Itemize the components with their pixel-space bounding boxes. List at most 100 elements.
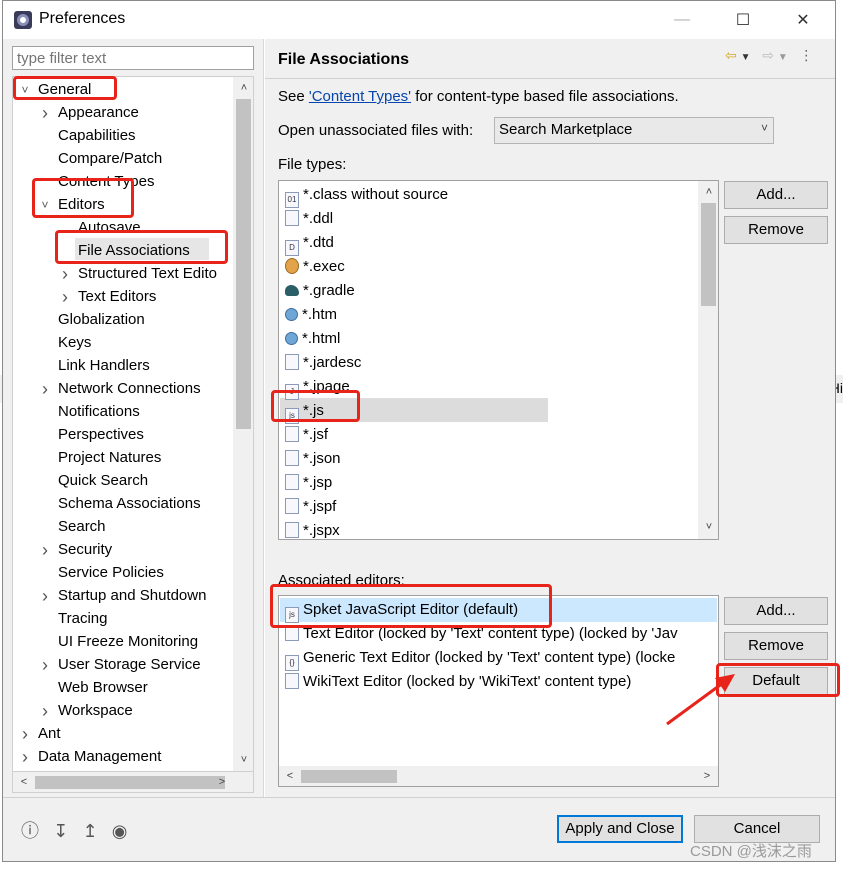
scroll-up-icon[interactable]: ˄ bbox=[235, 79, 253, 97]
tree-item[interactable]: › Startup and Shutdown bbox=[13, 585, 233, 608]
chevron-right-icon[interactable]: › bbox=[39, 700, 51, 723]
chevron-right-icon[interactable]: › bbox=[39, 585, 51, 608]
file-type-row[interactable]: 01 *.class without source bbox=[285, 183, 448, 208]
file-type-remove-button[interactable]: Remove bbox=[724, 216, 828, 244]
chevron-right-icon[interactable]: › bbox=[19, 723, 31, 746]
panel-splitter[interactable] bbox=[263, 39, 265, 797]
tree-item[interactable]: Quick Search bbox=[13, 470, 233, 493]
scroll-down-icon[interactable]: ˅ bbox=[235, 751, 253, 769]
file-type-row[interactable]: *.jspf bbox=[285, 495, 336, 519]
back-menu-icon[interactable]: ▼ bbox=[741, 52, 751, 63]
tree-scroll-thumb[interactable] bbox=[236, 99, 251, 429]
file-type-row[interactable]: *.gradle bbox=[285, 279, 355, 303]
filter-input[interactable] bbox=[12, 46, 254, 70]
scroll-down-icon[interactable]: ˅ bbox=[700, 518, 718, 536]
forward-arrow-icon[interactable]: ⇨ bbox=[762, 47, 774, 63]
file-types-scrollbar[interactable]: ˄ ˅ bbox=[698, 181, 718, 539]
tree-item[interactable]: Globalization bbox=[13, 309, 233, 332]
close-button[interactable]: ✕ bbox=[780, 5, 826, 35]
tree-item[interactable]: Tracing bbox=[13, 608, 233, 631]
tree-item[interactable]: UI Freeze Monitoring bbox=[13, 631, 233, 654]
back-arrow-icon[interactable]: ⇦ bbox=[725, 47, 737, 63]
title-bar: Preferences — ☐ ✕ bbox=[3, 1, 835, 39]
tree-hscroll-thumb[interactable] bbox=[35, 776, 225, 789]
editor-name: WikiText Editor (locked by 'WikiText' co… bbox=[303, 673, 632, 690]
file-type-row[interactable]: *.jardesc bbox=[285, 351, 361, 375]
import-icon[interactable]: ↧ bbox=[53, 821, 68, 842]
chevron-right-icon[interactable]: › bbox=[39, 102, 51, 125]
tree-item[interactable]: Schema Associations bbox=[13, 493, 233, 516]
file-type-name: *.ddl bbox=[303, 210, 334, 227]
scroll-left-icon[interactable]: < bbox=[281, 767, 299, 785]
editor-remove-button[interactable]: Remove bbox=[724, 632, 828, 660]
page-title: File Associations bbox=[278, 51, 409, 68]
editors-hscroll-thumb[interactable] bbox=[301, 770, 397, 783]
tree-item[interactable]: › Text Editors bbox=[13, 286, 233, 309]
minimize-button[interactable]: — bbox=[659, 5, 705, 35]
more-menu-icon[interactable]: ⋮ bbox=[799, 47, 813, 63]
scroll-up-icon[interactable]: ˄ bbox=[700, 183, 718, 201]
tree-vertical-scrollbar[interactable]: ˄ ˅ bbox=[233, 77, 253, 771]
tree-item[interactable]: Notifications bbox=[13, 401, 233, 424]
tree-item[interactable]: Capabilities bbox=[13, 125, 233, 148]
tree-item[interactable]: › Structured Text Edito bbox=[13, 263, 233, 286]
tree-item[interactable]: › Ant bbox=[13, 723, 233, 746]
forward-menu-icon[interactable]: ▼ bbox=[778, 52, 788, 63]
chevron-right-icon[interactable]: › bbox=[59, 263, 71, 286]
file-type-row[interactable]: *.ddl bbox=[285, 207, 333, 231]
file-type-row[interactable]: *.htm bbox=[285, 303, 337, 327]
json-file-icon bbox=[285, 450, 299, 466]
file-type-row[interactable]: *.exec bbox=[285, 255, 345, 279]
tree-item[interactable]: Link Handlers bbox=[13, 355, 233, 378]
tree-item[interactable]: Keys bbox=[13, 332, 233, 355]
file-type-add-button[interactable]: Add... bbox=[724, 181, 828, 209]
file-types-scroll-thumb[interactable] bbox=[701, 203, 716, 306]
file-type-row[interactable]: *.jsf bbox=[285, 423, 328, 447]
scroll-left-icon[interactable]: < bbox=[15, 773, 33, 791]
tree-item[interactable]: Search bbox=[13, 516, 233, 539]
content-types-link[interactable]: 'Content Types' bbox=[309, 88, 411, 105]
chevron-right-icon[interactable]: › bbox=[19, 746, 31, 769]
apply-and-close-button[interactable]: Apply and Close bbox=[557, 815, 683, 843]
file-type-row[interactable]: *.jsp bbox=[285, 471, 332, 495]
scroll-right-icon[interactable]: > bbox=[698, 767, 716, 785]
dtd-file-icon: D bbox=[285, 240, 299, 256]
tree-item[interactable]: › User Storage Service bbox=[13, 654, 233, 677]
tree-item[interactable]: Project Natures bbox=[13, 447, 233, 470]
file-type-row[interactable]: *.json bbox=[285, 447, 341, 471]
file-type-row[interactable]: *.jspx bbox=[285, 519, 340, 539]
editor-row[interactable]: {} Generic Text Editor (locked by 'Text' … bbox=[285, 646, 675, 671]
tree-item[interactable]: Perspectives bbox=[13, 424, 233, 447]
tree-item[interactable]: › Appearance bbox=[13, 102, 233, 125]
tree-item[interactable]: › Network Connections bbox=[13, 378, 233, 401]
chevron-right-icon[interactable]: › bbox=[39, 654, 51, 677]
tree-item[interactable]: › Workspace bbox=[13, 700, 233, 723]
chevron-right-icon[interactable]: › bbox=[59, 286, 71, 309]
editors-horizontal-scrollbar[interactable]: < > bbox=[279, 766, 718, 786]
tree-item[interactable]: › Security bbox=[13, 539, 233, 562]
scroll-right-icon[interactable]: > bbox=[213, 773, 231, 791]
tree-item-label: Schema Associations bbox=[58, 495, 201, 512]
tree-item[interactable]: Compare/Patch bbox=[13, 148, 233, 171]
maximize-button[interactable]: ☐ bbox=[720, 5, 766, 35]
generic-editor-icon: {} bbox=[285, 655, 299, 671]
tree-item[interactable]: Service Policies bbox=[13, 562, 233, 585]
chevron-right-icon[interactable]: › bbox=[39, 378, 51, 401]
cancel-button[interactable]: Cancel bbox=[694, 815, 820, 843]
open-unassociated-select[interactable]: Search Marketplace ˅ bbox=[494, 117, 774, 144]
export-icon[interactable]: ↥ bbox=[82, 821, 97, 842]
tree-item-label: Project Natures bbox=[58, 449, 162, 466]
help-icon[interactable]: ⓘ bbox=[21, 817, 39, 843]
editor-row[interactable]: WikiText Editor (locked by 'WikiText' co… bbox=[285, 670, 631, 694]
tree-item[interactable]: › Data Management bbox=[13, 746, 233, 769]
file-type-name: *.exec bbox=[303, 258, 345, 275]
file-type-name: *.gradle bbox=[303, 282, 355, 299]
editor-add-button[interactable]: Add... bbox=[724, 597, 828, 625]
file-type-row[interactable]: D *.dtd bbox=[285, 231, 334, 256]
tree-horizontal-scrollbar[interactable]: < > bbox=[12, 772, 254, 793]
file-type-row[interactable]: *.html bbox=[285, 327, 340, 351]
tree-item-label: Service Policies bbox=[58, 564, 164, 581]
record-icon[interactable]: ◉ bbox=[112, 821, 128, 842]
chevron-right-icon[interactable]: › bbox=[39, 539, 51, 562]
tree-item[interactable]: Web Browser bbox=[13, 677, 233, 700]
